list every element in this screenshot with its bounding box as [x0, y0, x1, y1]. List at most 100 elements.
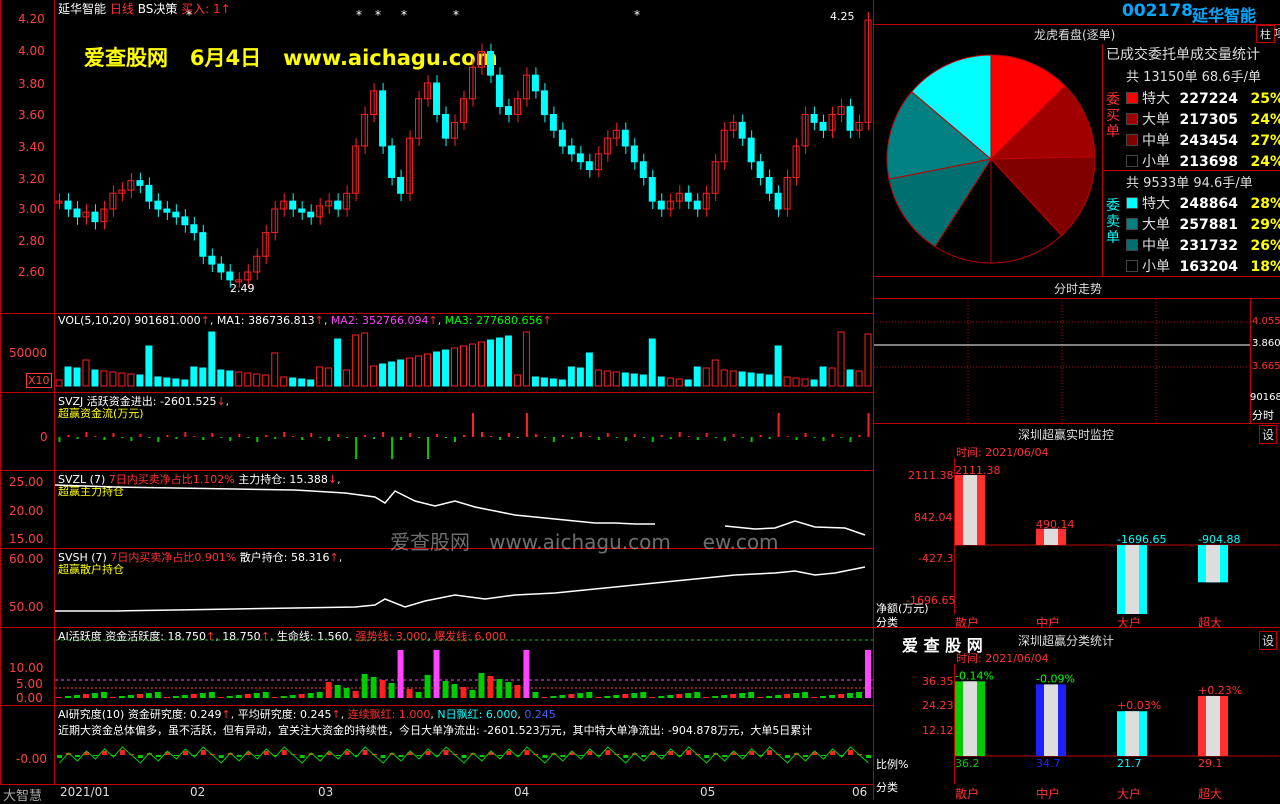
realtime-bar-label: 490.14 [1036, 518, 1075, 531]
research-bar [686, 750, 692, 755]
flow-bar [597, 437, 600, 440]
order-row: 小单 213698 24% [1126, 151, 1280, 171]
research-title: AI研究度(10) 资金研究度: 0.249 [58, 708, 222, 721]
classify-change: -0.14% [955, 669, 994, 682]
ai-activity-chart[interactable] [55, 628, 873, 705]
flow-bar [849, 437, 852, 442]
order-row: 大单 257881 29% [1126, 214, 1280, 234]
activity-bar [622, 694, 629, 698]
volume-bar [334, 338, 342, 387]
classify-value: 34.7 [1036, 757, 1061, 770]
activity-bar [505, 682, 512, 698]
research-bar [236, 755, 242, 757]
volume-bar [693, 366, 701, 387]
order-percent: 29% [1250, 217, 1280, 233]
activity-bar [595, 697, 602, 698]
research-chart[interactable] [55, 735, 873, 783]
volume-bar [531, 376, 539, 387]
candlestick-chart[interactable] [55, 0, 873, 313]
classify-change: -0.09% [1036, 672, 1075, 685]
order-percent: 24% [1250, 154, 1280, 170]
volume-bar [370, 365, 378, 387]
order-volume: 213698 [1179, 154, 1238, 170]
ai-axis-tick: 0.00 [16, 691, 43, 705]
volume-bar [540, 377, 548, 387]
date-tick: 2021/01 [60, 785, 110, 799]
order-volume: 163204 [1179, 259, 1238, 275]
btn-xiang[interactable]: 项 [1274, 25, 1280, 41]
activity-bar [586, 692, 593, 698]
candle-body [379, 90, 387, 147]
volume-bar [675, 378, 683, 387]
volume-bar [325, 367, 333, 387]
price-tick: 2.80 [18, 234, 45, 248]
activity-bar [469, 690, 476, 698]
activity-bar [865, 650, 871, 698]
volume-bar [442, 349, 450, 387]
retail-holding-chart[interactable] [55, 549, 873, 627]
candle-body [82, 211, 90, 218]
flow-bar [543, 437, 546, 438]
flow-bar [166, 435, 169, 437]
volume-bar [783, 376, 791, 387]
research-bar [866, 755, 871, 758]
research-bar [578, 755, 584, 756]
volume-bar [82, 359, 90, 387]
volume-bar [163, 377, 171, 387]
realtime-axis-tick: 842.04 [914, 511, 953, 524]
classify-bar [1117, 711, 1147, 756]
flow-bar [714, 437, 717, 438]
order-percent: 26% [1250, 238, 1280, 254]
volume-bar [630, 373, 638, 387]
activity-bar [199, 693, 206, 698]
realtime-settings-button[interactable]: 设 [1259, 425, 1278, 444]
flow-bar [831, 434, 834, 437]
candle-body [549, 114, 557, 131]
fund-flow-chart[interactable] [55, 393, 873, 470]
order-type: 大单 [1142, 217, 1170, 233]
activity-bar [604, 696, 611, 698]
order-volume: 231732 [1179, 238, 1238, 254]
price-tick: 4.00 [18, 44, 45, 58]
volume-bar [576, 367, 584, 387]
activity-bar [64, 696, 71, 698]
brand-label: 大智慧 [3, 789, 43, 804]
realtime-category: 散户 [955, 616, 980, 630]
activity-bar [550, 696, 557, 698]
flow-bar [283, 432, 286, 437]
pie-chart [886, 54, 1096, 264]
volume-chart[interactable] [55, 314, 873, 392]
research-bar [704, 755, 710, 758]
candle-body [136, 180, 144, 186]
activity-bar [694, 692, 701, 698]
activity-bar [226, 696, 233, 698]
volume-bar [792, 377, 800, 387]
order-type: 中单 [1142, 238, 1170, 254]
activity-bar [271, 697, 278, 698]
candle-body [181, 216, 189, 226]
classify-change: +0.03% [1117, 699, 1161, 712]
classify-category: 中户 [1036, 787, 1061, 801]
btn-zhu[interactable]: 柱 [1256, 25, 1275, 43]
research-bar [560, 755, 566, 757]
volume-bar [145, 345, 153, 387]
research-bar [173, 755, 179, 756]
candle-body [388, 145, 396, 178]
candle-body [747, 137, 755, 163]
classify-category: 散户 [955, 787, 980, 801]
main-chart-area[interactable]: 延华智能 日线 BS决策 买入: 1↑ 4.20 4.00 3.80 3.60 … [0, 0, 874, 804]
volume-bar [612, 371, 620, 387]
activity-bar [145, 693, 152, 698]
activity-bar [82, 694, 89, 698]
activity-bar [478, 673, 485, 698]
classify-settings-button[interactable]: 设 [1259, 631, 1278, 650]
volume-bar [73, 367, 81, 387]
research-lianxu: 连续飘红: 1.000 [347, 708, 431, 721]
flow-bar [570, 437, 573, 439]
intraday-chart[interactable] [874, 299, 1250, 423]
volume-bar [477, 341, 485, 387]
candle-body [567, 145, 575, 155]
realtime-bar [1198, 545, 1228, 583]
volume-bar [64, 366, 72, 387]
activity-bar [613, 695, 620, 698]
